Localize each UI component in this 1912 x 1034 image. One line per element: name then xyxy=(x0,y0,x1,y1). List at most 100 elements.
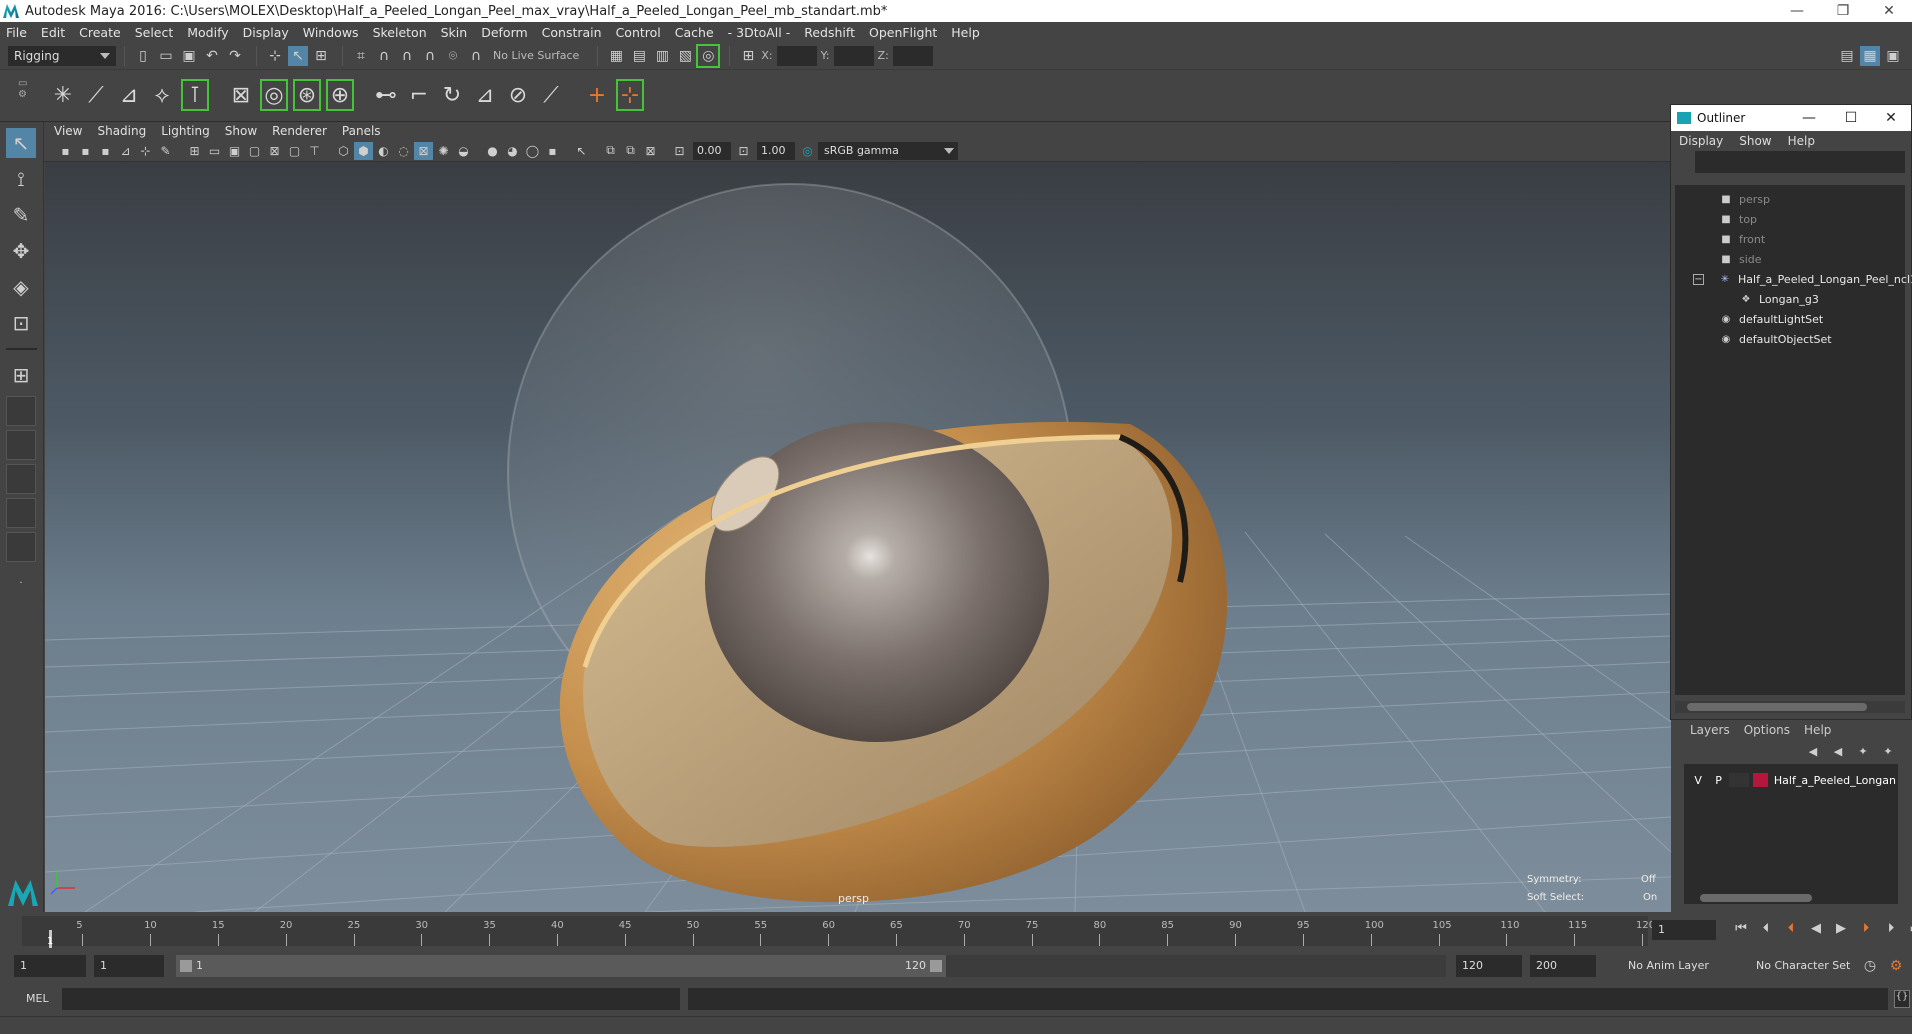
snap-view-icon[interactable]: ∩ xyxy=(420,46,440,66)
character-set-dropdown[interactable]: No Character Set xyxy=(1750,955,1870,977)
step-back-key-icon[interactable]: ⏴ xyxy=(1755,918,1777,938)
bookmark-icon[interactable]: ▪ xyxy=(96,142,115,160)
outliner-menu-show[interactable]: Show xyxy=(1739,134,1771,148)
select-component-icon[interactable]: ⊞ xyxy=(311,46,331,66)
outliner-horizontal-scrollbar[interactable] xyxy=(1675,701,1905,713)
scale-constraint-icon[interactable]: ⊿ xyxy=(470,78,500,112)
bind-skin-icon[interactable]: ⟡ xyxy=(147,78,177,112)
menu-constrain[interactable]: Constrain xyxy=(542,25,602,40)
wireframe-icon[interactable]: ⬡ xyxy=(334,142,353,160)
vp-menu-view[interactable]: View xyxy=(54,124,82,138)
open-scene-icon[interactable]: ▭ xyxy=(156,46,176,66)
layers-menu-help[interactable]: Help xyxy=(1804,723,1831,737)
more-layouts-icon[interactable]: · xyxy=(6,568,36,598)
outliner-menu-help[interactable]: Help xyxy=(1788,134,1815,148)
play-backwards-icon[interactable]: ◀ xyxy=(1805,918,1827,938)
film-gate-icon[interactable]: ▭ xyxy=(205,142,224,160)
outliner-maximize-button[interactable]: ☐ xyxy=(1831,105,1871,131)
maximize-button[interactable]: ❐ xyxy=(1820,0,1866,22)
menu-skin[interactable]: Skin xyxy=(441,25,468,40)
two-d-pan-icon[interactable]: ⊹ xyxy=(136,142,155,160)
smooth-shade-icon[interactable]: ⬢ xyxy=(354,141,373,160)
outliner-layout-icon[interactable] xyxy=(6,464,36,494)
layer-row[interactable]: V P Half_a_Peeled_Longan xyxy=(1688,770,1896,790)
move-tool-icon[interactable]: ✥ xyxy=(6,236,36,266)
pole-vector-icon[interactable]: ⟋ xyxy=(536,78,566,112)
two-view-layout-icon[interactable] xyxy=(6,430,36,460)
step-forward-key-icon[interactable]: ⏵ xyxy=(1880,918,1902,938)
move-layer-up-icon[interactable]: ◀ xyxy=(1802,741,1824,761)
ipr-render-icon[interactable]: ▥ xyxy=(652,46,672,66)
wireframe-on-shaded-icon[interactable]: ◌ xyxy=(394,142,413,160)
menu-modify[interactable]: Modify xyxy=(187,25,228,40)
grid-toggle-icon[interactable]: ⊞ xyxy=(185,142,204,160)
wrap-deformer-icon[interactable]: ⊛ xyxy=(292,78,322,112)
menu-create[interactable]: Create xyxy=(79,25,121,40)
vp-menu-shading[interactable]: Shading xyxy=(97,124,146,138)
playback-start-field[interactable]: 1 xyxy=(94,955,164,977)
menu-windows[interactable]: Windows xyxy=(303,25,359,40)
outliner-title-bar[interactable]: Outliner — ☐ ✕ xyxy=(1671,105,1911,131)
render-frame-icon[interactable]: ▤ xyxy=(629,46,649,66)
xray-components-icon[interactable]: ⊠ xyxy=(641,142,660,160)
default-material-icon[interactable]: ◐ xyxy=(374,142,393,160)
shadows-icon[interactable]: ◒ xyxy=(454,142,473,160)
modeling-toolkit-icon[interactable]: ▣ xyxy=(1883,46,1903,66)
resolution-gate-icon[interactable]: ▣ xyxy=(225,142,244,160)
render-settings-icon[interactable]: ▦ xyxy=(606,46,626,66)
depth-of-field-icon[interactable]: ▪ xyxy=(543,142,562,160)
snap-surface-icon[interactable]: ⌾ xyxy=(443,46,463,66)
menu-file[interactable]: File xyxy=(6,25,27,40)
layer-playback-toggle[interactable]: P xyxy=(1708,774,1728,787)
render-view-icon[interactable]: ▧ xyxy=(675,46,695,66)
vp-menu-lighting[interactable]: Lighting xyxy=(161,124,210,138)
step-forward-frame-icon[interactable]: ⏵ xyxy=(1855,918,1877,938)
xray-joints-icon[interactable]: ⧉ xyxy=(621,142,640,160)
x-field[interactable] xyxy=(776,45,817,66)
single-view-icon[interactable]: ⊞ xyxy=(6,360,36,390)
ik-spline-icon[interactable]: ⊿ xyxy=(114,78,144,112)
use-all-lights-icon[interactable]: ✺ xyxy=(434,142,453,160)
menu-openflight[interactable]: OpenFlight xyxy=(869,25,937,40)
save-scene-icon[interactable]: ▣ xyxy=(179,46,199,66)
menu-skeleton[interactable]: Skeleton xyxy=(373,25,427,40)
exposure-icon[interactable]: ⊡ xyxy=(670,142,689,160)
animation-start-field[interactable]: 1 xyxy=(14,955,86,977)
gamma-field[interactable]: 1.00 xyxy=(757,141,795,160)
lasso-tool-icon[interactable]: ⟟ xyxy=(6,164,36,194)
menu-select[interactable]: Select xyxy=(135,25,174,40)
outliner-minimize-button[interactable]: — xyxy=(1789,105,1829,131)
aim-constraint-icon[interactable]: ⌐ xyxy=(404,78,434,112)
snap-curve-icon[interactable]: ∩ xyxy=(374,46,394,66)
command-input[interactable] xyxy=(62,988,680,1010)
locator-icon[interactable]: + xyxy=(582,78,612,112)
parent-constraint-icon[interactable]: ⊘ xyxy=(503,78,533,112)
outliner-item-front[interactable]: ■ front xyxy=(1719,229,1765,249)
ik-fk-icon[interactable]: ⊹ xyxy=(615,78,645,112)
outliner-menu-display[interactable]: Display xyxy=(1679,134,1723,148)
exposure-field[interactable]: 0.00 xyxy=(693,141,731,160)
four-view-layout-icon[interactable] xyxy=(6,396,36,426)
outliner-close-button[interactable]: ✕ xyxy=(1871,105,1911,131)
color-management-icon[interactable]: ◎ xyxy=(798,142,817,160)
animation-end-field[interactable]: 200 xyxy=(1530,955,1596,977)
anim-layer-dropdown[interactable]: No Anim Layer xyxy=(1622,955,1740,977)
hypershade-icon[interactable]: ◎ xyxy=(696,43,721,68)
go-to-end-icon[interactable]: ⏭ xyxy=(1905,918,1912,938)
joint-tool-icon[interactable]: ✳ xyxy=(48,78,78,112)
menu-cache[interactable]: Cache xyxy=(675,25,714,40)
redo-icon[interactable]: ↷ xyxy=(225,46,245,66)
xray-icon[interactable]: ⧉ xyxy=(601,142,620,160)
ambient-occlusion-icon[interactable]: ● xyxy=(483,142,502,160)
range-end-handle[interactable] xyxy=(930,960,942,972)
current-frame-field[interactable]: 1 xyxy=(1652,920,1716,940)
grease-pencil-icon[interactable]: ✎ xyxy=(156,142,175,160)
outliner-item-top[interactable]: ■ top xyxy=(1719,209,1757,229)
blend-shape-icon[interactable]: ⊕ xyxy=(325,78,355,112)
ik-handle-icon[interactable]: ⟋ xyxy=(81,78,111,112)
range-start-handle[interactable] xyxy=(180,960,192,972)
new-layer-selected-icon[interactable]: ✦ xyxy=(1877,741,1899,761)
isolate-select-icon[interactable]: ↖ xyxy=(572,142,591,160)
menu-help[interactable]: Help xyxy=(951,25,980,40)
step-back-frame-icon[interactable]: ⏴ xyxy=(1780,918,1802,938)
